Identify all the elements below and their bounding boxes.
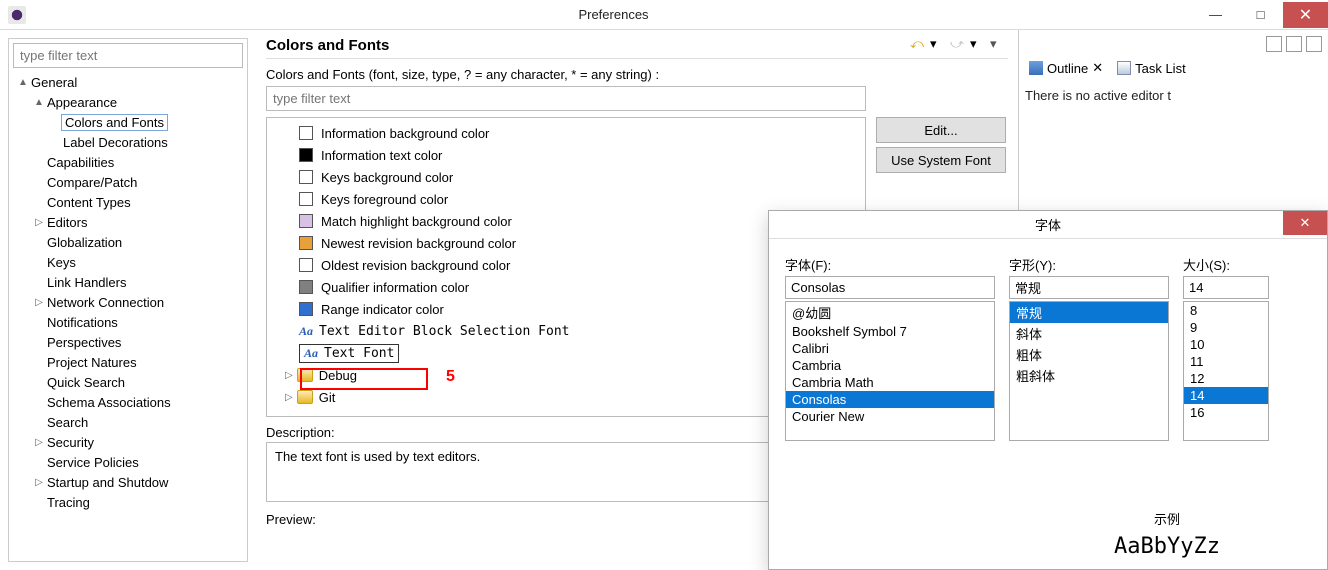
listbox-item[interactable]: @幼圆 xyxy=(786,302,994,323)
list-item[interactable]: Keys foreground color xyxy=(299,188,857,210)
views-tabs: Outline ✕ Task List xyxy=(1025,58,1322,78)
list-item[interactable]: Keys background color xyxy=(299,166,857,188)
close-button[interactable]: ✕ xyxy=(1283,2,1328,28)
outline-icon xyxy=(1029,61,1043,75)
annotation-box-5 xyxy=(300,368,428,390)
size-listbox[interactable]: 891011121416 xyxy=(1183,301,1269,441)
listbox-item[interactable]: 8 xyxy=(1184,302,1268,319)
forward-menu-icon[interactable]: ▾ xyxy=(970,36,988,54)
outline-view-tab[interactable]: Outline ✕ xyxy=(1025,58,1107,78)
tree-filter-input[interactable] xyxy=(13,43,243,68)
sample-label: 示例 xyxy=(1027,509,1307,528)
eclipse-icon xyxy=(8,6,26,24)
listbox-item[interactable]: 14 xyxy=(1184,387,1268,404)
listbox-item[interactable]: Cambria Math xyxy=(786,374,994,391)
tasklist-label: Task List xyxy=(1135,61,1186,76)
style-listbox[interactable]: 常规斜体粗体粗斜体 xyxy=(1009,301,1169,441)
use-system-font-button[interactable]: Use System Font xyxy=(876,147,1006,173)
tree-item[interactable]: Link Handlers xyxy=(13,272,243,292)
listbox-item[interactable]: 16 xyxy=(1184,404,1268,421)
tree-item[interactable]: Colors and Fonts xyxy=(13,112,243,132)
minimize-button[interactable]: — xyxy=(1193,2,1238,28)
toolbar-icon-3[interactable] xyxy=(1306,36,1322,52)
tree-item[interactable]: Project Natures xyxy=(13,352,243,372)
page-title: Colors and Fonts xyxy=(266,37,908,54)
tree-item[interactable]: Keys xyxy=(13,252,243,272)
tree-item[interactable]: Capabilities xyxy=(13,152,243,172)
tree-item[interactable]: Perspectives xyxy=(13,332,243,352)
tree-item[interactable]: ▷Network Connection xyxy=(13,292,243,312)
forward-icon[interactable]: ⤻ xyxy=(950,36,968,54)
listbox-item[interactable]: 10 xyxy=(1184,336,1268,353)
tree-item[interactable]: Label Decorations xyxy=(13,132,243,152)
maximize-button[interactable]: □ xyxy=(1238,2,1283,28)
font-dialog-close-button[interactable]: ✕ xyxy=(1283,211,1327,235)
toolbar-icon-2[interactable] xyxy=(1286,36,1302,52)
titlebar: Preferences — □ ✕ xyxy=(0,0,1328,30)
tree-item[interactable]: ▲Appearance xyxy=(13,92,243,112)
tree-item[interactable]: Service Policies xyxy=(13,452,243,472)
tree-item[interactable]: Globalization xyxy=(13,232,243,252)
size-label: 大小(S): xyxy=(1183,255,1269,274)
tree-item[interactable]: Quick Search xyxy=(13,372,243,392)
font-listbox[interactable]: @幼圆Bookshelf Symbol 7CalibriCambriaCambr… xyxy=(785,301,995,441)
outline-label: Outline xyxy=(1047,61,1088,76)
listbox-item[interactable]: 常规 xyxy=(1010,302,1168,323)
listbox-item[interactable]: 12 xyxy=(1184,370,1268,387)
tasklist-view-tab[interactable]: Task List xyxy=(1113,59,1190,78)
size-input[interactable] xyxy=(1183,276,1269,299)
listbox-item[interactable]: 9 xyxy=(1184,319,1268,336)
tree-item[interactable]: Tracing xyxy=(13,492,243,512)
view-menu-icon[interactable]: ▾ xyxy=(990,36,1008,54)
style-label: 字形(Y): xyxy=(1009,255,1169,274)
tree-item[interactable]: ▷Editors xyxy=(13,212,243,232)
preferences-tree[interactable]: ▲General▲AppearanceColors and FontsLabel… xyxy=(13,72,243,512)
annotation-5: 5 xyxy=(446,368,455,386)
tree-item[interactable]: Search xyxy=(13,412,243,432)
preferences-tree-panel: ▲General▲AppearanceColors and FontsLabel… xyxy=(8,38,248,562)
tree-item[interactable]: Content Types xyxy=(13,192,243,212)
back-icon[interactable]: ⤺ xyxy=(910,36,928,54)
description-text: The text font is used by text editors. xyxy=(275,449,480,464)
font-label: 字体(F): xyxy=(785,255,995,274)
tree-item[interactable]: Schema Associations xyxy=(13,392,243,412)
font-dialog: 字体 ✕ 字体(F): @幼圆Bookshelf Symbol 7Calibri… xyxy=(768,210,1328,570)
listbox-item[interactable]: Calibri xyxy=(786,340,994,357)
back-menu-icon[interactable]: ▾ xyxy=(930,36,948,54)
tree-item[interactable]: ▷Security xyxy=(13,432,243,452)
tree-item[interactable]: Notifications xyxy=(13,312,243,332)
listbox-item[interactable]: 粗斜体 xyxy=(1010,365,1168,386)
no-active-editor-text: There is no active editor t xyxy=(1025,88,1322,103)
tree-item[interactable]: ▲General xyxy=(13,72,243,92)
listbox-item[interactable]: 斜体 xyxy=(1010,323,1168,344)
listbox-item[interactable]: Cambria xyxy=(786,357,994,374)
list-item[interactable]: Information background color xyxy=(299,122,857,144)
window-title: Preferences xyxy=(34,7,1193,22)
font-dialog-title: 字体 xyxy=(1035,215,1061,234)
style-input[interactable] xyxy=(1009,276,1169,299)
toolbar-icon-1[interactable] xyxy=(1266,36,1282,52)
colors-fonts-filter-input[interactable] xyxy=(266,86,866,111)
close-view-icon[interactable]: ✕ xyxy=(1092,60,1103,76)
listbox-item[interactable]: 11 xyxy=(1184,353,1268,370)
font-input[interactable] xyxy=(785,276,995,299)
list-item[interactable]: Information text color xyxy=(299,144,857,166)
listbox-item[interactable]: Consolas xyxy=(786,391,994,408)
tree-item[interactable]: Compare/Patch xyxy=(13,172,243,192)
sample-text: AaBbYyZz xyxy=(1027,534,1307,559)
listbox-item[interactable]: Courier New xyxy=(786,408,994,425)
tree-item[interactable]: ▷Startup and Shutdow xyxy=(13,472,243,492)
tasklist-icon xyxy=(1117,61,1131,75)
listbox-item[interactable]: Bookshelf Symbol 7 xyxy=(786,323,994,340)
filter-hint: Colors and Fonts (font, size, type, ? = … xyxy=(266,67,1008,82)
edit-button[interactable]: Edit... xyxy=(876,117,1006,143)
listbox-item[interactable]: 粗体 xyxy=(1010,344,1168,365)
